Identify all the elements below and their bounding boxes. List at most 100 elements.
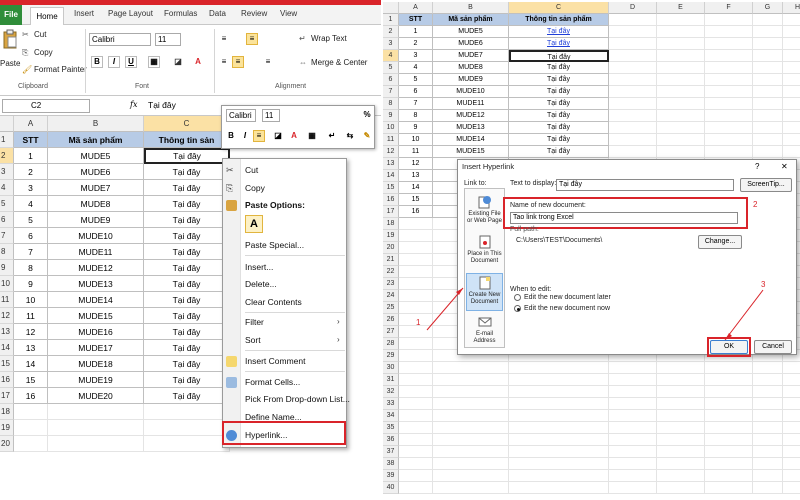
table-header-cell[interactable]: STT (14, 132, 48, 148)
row-header[interactable]: 4 (0, 180, 14, 196)
column-header[interactable]: C (144, 116, 230, 132)
fill-color-icon[interactable]: ◪ (172, 56, 184, 68)
menu-item-paste-special[interactable]: Paste Special... (245, 240, 304, 250)
select-all-corner[interactable] (0, 116, 14, 132)
row-header[interactable]: 19 (0, 420, 14, 436)
table-cell[interactable]: MUDE11 (48, 244, 144, 260)
table-cell[interactable]: 7 (14, 244, 48, 260)
table-cell[interactable]: Tại đây (144, 340, 230, 356)
mini-size-combo[interactable]: 11 (262, 109, 280, 122)
align-top-icon[interactable]: ≡ (218, 33, 230, 45)
table-cell[interactable]: Tại đây (144, 180, 230, 196)
mini-format-painter-icon[interactable]: ✎ (361, 130, 373, 142)
table-cell[interactable]: 2 (14, 164, 48, 180)
font-size-combo[interactable]: 11 (155, 33, 181, 46)
row-header[interactable]: 18 (0, 404, 14, 420)
tab-insert[interactable]: Insert (74, 9, 94, 18)
tab-file[interactable]: File (0, 5, 22, 25)
menu-item-insert[interactable]: Insert... (245, 262, 273, 272)
table-cell[interactable]: 12 (14, 324, 48, 340)
table-cell[interactable]: MUDE18 (48, 356, 144, 372)
table-cell[interactable]: 1 (14, 148, 48, 164)
tab-formulas[interactable]: Formulas (164, 9, 197, 18)
table-cell[interactable]: 9 (14, 276, 48, 292)
table-cell[interactable]: Tại đây (144, 164, 230, 180)
mini-decimal2-icon[interactable]: ⇆ (344, 130, 356, 142)
menu-item-filter[interactable]: Filter (245, 317, 264, 327)
empty-cell[interactable] (48, 436, 144, 452)
row-header[interactable]: 11 (0, 292, 14, 308)
empty-cell[interactable] (144, 436, 230, 452)
table-cell[interactable]: Tại đây (144, 244, 230, 260)
row-header[interactable]: 6 (0, 212, 14, 228)
formula-content[interactable]: Tại đây (148, 100, 176, 110)
mini-font-color-icon[interactable]: A (288, 130, 300, 142)
row-header[interactable]: 10 (0, 276, 14, 292)
table-cell[interactable]: Tại đây (144, 228, 230, 244)
row-header[interactable]: 8 (0, 244, 14, 260)
empty-cell[interactable] (14, 436, 48, 452)
table-cell[interactable]: 16 (14, 388, 48, 404)
row-header[interactable]: 17 (0, 388, 14, 404)
font-name-combo[interactable]: Calibri (89, 33, 151, 46)
column-header[interactable]: B (48, 116, 144, 132)
row-header[interactable]: 5 (0, 196, 14, 212)
table-cell[interactable]: 13 (14, 340, 48, 356)
table-cell[interactable]: 11 (14, 308, 48, 324)
align-center-icon[interactable]: ≡ (232, 56, 244, 68)
empty-cell[interactable] (144, 404, 230, 420)
table-cell[interactable]: MUDE16 (48, 324, 144, 340)
table-cell[interactable]: Tại đây (144, 388, 230, 404)
table-cell[interactable]: MUDE20 (48, 388, 144, 404)
tab-view[interactable]: View (280, 9, 297, 18)
mini-font-combo[interactable]: Calibri (226, 109, 256, 122)
font-color-icon[interactable]: A (192, 56, 204, 68)
empty-cell[interactable] (14, 420, 48, 436)
table-cell[interactable]: 14 (14, 356, 48, 372)
table-cell[interactable]: Tại đây (144, 196, 230, 212)
table-cell[interactable]: MUDE19 (48, 372, 144, 388)
column-header[interactable]: A (14, 116, 48, 132)
table-cell[interactable]: MUDE12 (48, 260, 144, 276)
menu-item-format-cells[interactable]: Format Cells... (245, 377, 300, 387)
mini-borders-icon[interactable]: ▦ (306, 130, 318, 142)
row-header[interactable]: 15 (0, 356, 14, 372)
row-header[interactable]: 12 (0, 308, 14, 324)
align-left-icon[interactable]: ≡ (218, 56, 230, 68)
row-header[interactable]: 1 (0, 132, 14, 148)
table-cell[interactable]: 15 (14, 372, 48, 388)
mini-fill-icon[interactable]: ◪ (272, 130, 284, 142)
row-header[interactable]: 9 (0, 260, 14, 276)
fx-icon[interactable]: fx (130, 100, 137, 109)
table-cell[interactable]: Tại đây (144, 276, 230, 292)
mini-decimal-icon[interactable]: ↵ (326, 130, 338, 142)
copy-button[interactable]: Copy (34, 48, 53, 57)
align-right-icon[interactable]: ≡ (262, 56, 274, 68)
align-middle-icon[interactable]: ≡ (246, 33, 258, 45)
table-cell[interactable]: 8 (14, 260, 48, 276)
name-box[interactable]: C2 (2, 99, 90, 113)
empty-cell[interactable] (48, 404, 144, 420)
mini-italic-button[interactable]: I (239, 130, 251, 142)
table-cell[interactable]: MUDE9 (48, 212, 144, 228)
bold-button[interactable]: B (91, 56, 103, 68)
table-cell[interactable]: MUDE17 (48, 340, 144, 356)
table-cell[interactable]: Tại đây (144, 292, 230, 308)
italic-button[interactable]: I (108, 56, 120, 68)
menu-item-sort[interactable]: Sort (245, 335, 261, 345)
row-header[interactable]: 13 (0, 324, 14, 340)
tab-data[interactable]: Data (209, 9, 226, 18)
table-cell[interactable]: Tại đây (144, 324, 230, 340)
row-header[interactable]: 7 (0, 228, 14, 244)
merge-center-button[interactable]: Merge & Center (311, 58, 367, 67)
table-cell[interactable]: Tại đây (144, 148, 230, 164)
empty-cell[interactable] (144, 420, 230, 436)
table-cell[interactable]: 3 (14, 180, 48, 196)
table-cell[interactable]: MUDE10 (48, 228, 144, 244)
empty-cell[interactable] (14, 404, 48, 420)
cut-button[interactable]: Cut (34, 30, 46, 39)
menu-item-cut[interactable]: Cut (245, 165, 258, 175)
table-cell[interactable]: 6 (14, 228, 48, 244)
table-cell[interactable]: 10 (14, 292, 48, 308)
table-cell[interactable]: MUDE8 (48, 196, 144, 212)
